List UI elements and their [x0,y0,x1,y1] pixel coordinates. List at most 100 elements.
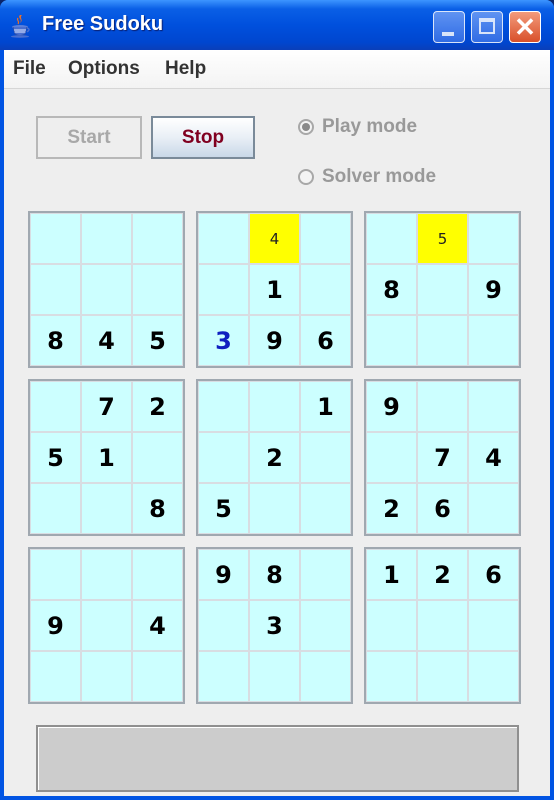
sudoku-cell-r7c5[interactable]: 8 [250,550,299,599]
sudoku-cell-r9c5[interactable] [250,652,299,701]
sudoku-cell-r6c6[interactable] [301,484,350,533]
sudoku-cell-r5c3[interactable] [133,433,182,482]
close-button[interactable]: ✕ [509,11,541,43]
sudoku-cell-r3c3[interactable]: 5 [133,316,182,365]
sudoku-cell-r5c1[interactable]: 5 [31,433,80,482]
sudoku-cell-r1c9[interactable] [469,214,518,263]
sudoku-cell-r4c1[interactable] [31,382,80,431]
sudoku-cell-r4c2[interactable]: 7 [82,382,131,431]
sudoku-cell-r5c8[interactable]: 7 [418,433,467,482]
sudoku-cell-r3c2[interactable]: 4 [82,316,131,365]
sudoku-cell-r7c9[interactable]: 6 [469,550,518,599]
sudoku-cell-r2c3[interactable] [133,265,182,314]
sudoku-cell-r2c7[interactable]: 8 [367,265,416,314]
sudoku-cell-r3c9[interactable] [469,316,518,365]
sudoku-cell-r7c8[interactable]: 2 [418,550,467,599]
minimize-button[interactable] [433,11,465,43]
sudoku-cell-r8c4[interactable] [199,601,248,650]
sudoku-cell-r9c7[interactable] [367,652,416,701]
sudoku-cell-r2c9[interactable]: 9 [469,265,518,314]
sudoku-cell-r8c9[interactable] [469,601,518,650]
sudoku-cell-r6c3[interactable]: 8 [133,484,182,533]
sudoku-cell-r3c4[interactable]: 3 [199,316,248,365]
sudoku-cell-r9c2[interactable] [82,652,131,701]
sudoku-cell-r6c5[interactable] [250,484,299,533]
menu-help[interactable]: Help [165,58,206,80]
menu-file[interactable]: File [13,58,46,80]
sudoku-cell-r5c7[interactable] [367,433,416,482]
status-panel [36,725,519,792]
sudoku-cell-r4c9[interactable] [469,382,518,431]
sudoku-cell-r6c7[interactable]: 2 [367,484,416,533]
minimize-icon [442,32,454,36]
sudoku-cell-r2c4[interactable] [199,265,248,314]
sudoku-cell-r8c2[interactable] [82,601,131,650]
sudoku-cell-r6c9[interactable] [469,484,518,533]
sudoku-cell-r2c2[interactable] [82,265,131,314]
sudoku-cell-r3c5[interactable]: 9 [250,316,299,365]
sudoku-cell-r3c1[interactable]: 8 [31,316,80,365]
sudoku-cell-r1c6[interactable] [301,214,350,263]
sudoku-cell-r1c7[interactable] [367,214,416,263]
sudoku-cell-r4c4[interactable] [199,382,248,431]
maximize-button[interactable] [471,11,503,43]
sudoku-cell-r1c4[interactable] [199,214,248,263]
sudoku-cell-r2c5[interactable]: 1 [250,265,299,314]
sudoku-cell-r2c1[interactable] [31,265,80,314]
sudoku-cell-r9c1[interactable] [31,652,80,701]
stop-button[interactable]: Stop [151,116,255,159]
sudoku-cell-r3c8[interactable] [418,316,467,365]
sudoku-cell-r8c8[interactable] [418,601,467,650]
sudoku-cell-r9c8[interactable] [418,652,467,701]
sudoku-cell-r4c8[interactable] [418,382,467,431]
sudoku-cell-r7c6[interactable] [301,550,350,599]
sudoku-cell-r8c3[interactable]: 4 [133,601,182,650]
sudoku-cell-r4c6[interactable]: 1 [301,382,350,431]
sudoku-cell-r9c4[interactable] [199,652,248,701]
sudoku-box-1: 845 [28,211,185,368]
sudoku-cell-r5c4[interactable] [199,433,248,482]
sudoku-cell-r3c7[interactable] [367,316,416,365]
sudoku-cell-r7c3[interactable] [133,550,182,599]
sudoku-cell-r7c1[interactable] [31,550,80,599]
sudoku-cell-r2c8[interactable] [418,265,467,314]
sudoku-cell-r1c8[interactable]: 5 [418,214,467,263]
menu-bar: File Options Help [4,50,550,89]
sudoku-cell-r7c4[interactable]: 9 [199,550,248,599]
sudoku-cell-r6c8[interactable]: 6 [418,484,467,533]
sudoku-cell-r8c5[interactable]: 3 [250,601,299,650]
sudoku-cell-r4c3[interactable]: 2 [133,382,182,431]
sudoku-cell-r8c7[interactable] [367,601,416,650]
sudoku-cell-r8c6[interactable] [301,601,350,650]
sudoku-cell-r6c4[interactable]: 5 [199,484,248,533]
play-mode-radio[interactable]: Play mode [298,116,417,138]
solver-mode-radio[interactable]: Solver mode [298,166,436,188]
sudoku-cell-r1c3[interactable] [133,214,182,263]
sudoku-cell-r6c1[interactable] [31,484,80,533]
sudoku-cell-r8c1[interactable]: 9 [31,601,80,650]
sudoku-cell-r9c3[interactable] [133,652,182,701]
play-mode-label: Play mode [322,116,418,137]
sudoku-cell-r7c7[interactable]: 1 [367,550,416,599]
sudoku-cell-r5c6[interactable] [301,433,350,482]
sudoku-board: 84541396589725181259742694983126 [28,211,528,711]
solver-mode-label: Solver mode [322,166,437,187]
sudoku-cell-r1c2[interactable] [82,214,131,263]
sudoku-cell-r6c2[interactable] [82,484,131,533]
menu-options[interactable]: Options [68,58,140,80]
sudoku-cell-r1c5[interactable]: 4 [250,214,299,263]
start-button[interactable]: Start [36,116,142,159]
sudoku-cell-r3c6[interactable]: 6 [301,316,350,365]
sudoku-cell-r7c2[interactable] [82,550,131,599]
sudoku-cell-r5c5[interactable]: 2 [250,433,299,482]
sudoku-cell-r9c6[interactable] [301,652,350,701]
sudoku-cell-r4c7[interactable]: 9 [367,382,416,431]
sudoku-box-6: 974 26 [364,379,521,536]
sudoku-cell-r9c9[interactable] [469,652,518,701]
sudoku-cell-r2c6[interactable] [301,265,350,314]
sudoku-cell-r4c5[interactable] [250,382,299,431]
sudoku-cell-r5c2[interactable]: 1 [82,433,131,482]
title-bar[interactable]: Free Sudoku ✕ [0,0,554,50]
sudoku-cell-r1c1[interactable] [31,214,80,263]
sudoku-cell-r5c9[interactable]: 4 [469,433,518,482]
